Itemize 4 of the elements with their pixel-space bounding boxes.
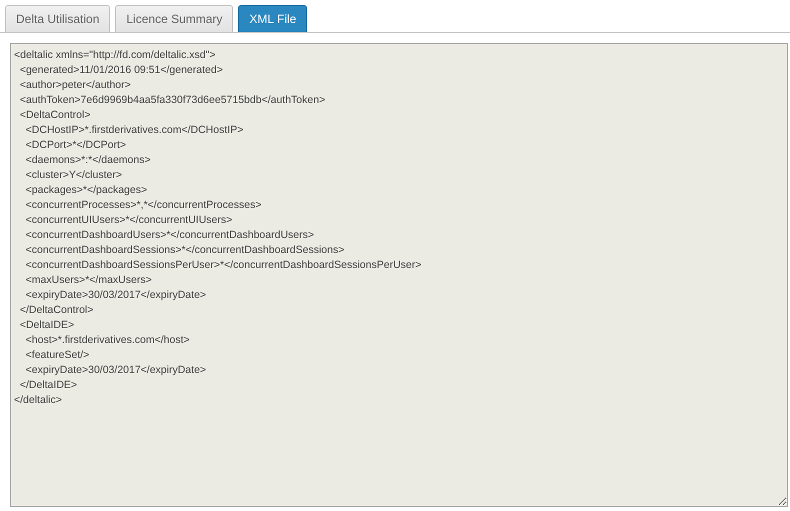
xml-text-area[interactable]: <deltalic xmlns="http://fd.com/deltalic.xsd"> <generated>11/01/2016 09:51</generated> <author>peter</author> <authToken>7e6d9969b4aa5fa330f73d6ee5715bdb</authToken> <DeltaControl> <DCHostIP>*.firstderivatives.com</DCHostIP> <DCPort>*</DCPort> <daemons>*:*</daemons> <cluster>Y</cluster> <packages>*</packages> <concurrentProcesses>*,*</concurrentProcesses> <concurrentUIUsers>*</concurrentUIUsers> <concurrentDashboardUsers>*</concurrentDashboardUsers> <concurrentDashboardSessions>*</concurrentDashboardSessions> <concurrentDashboardSessionsPerUser>*</concurrentDashboardSessionsPerUser> <maxUsers>*</maxUsers> <expiryDate>30/03/2017</expiryDate> </DeltaControl> <DeltaIDE> <host>*.firstderivatives.com</host> <featureSet/> <expiryDate>30/03/2017</expiryDate> </DeltaIDE> </deltalic> [10, 43, 788, 507]
tab[interactable]: Delta Utilisation [5, 5, 110, 32]
tab[interactable]: XML File [238, 5, 308, 32]
tab[interactable]: Licence Summary [115, 5, 234, 32]
